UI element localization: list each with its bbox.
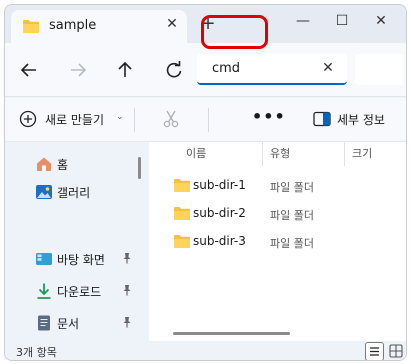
column-divider[interactable] bbox=[344, 142, 345, 166]
column-header-size[interactable]: 크기 bbox=[352, 145, 372, 161]
add-circle-icon bbox=[19, 110, 37, 128]
close-tab-icon[interactable]: ✕ bbox=[163, 15, 181, 33]
horizontal-scrollbar[interactable] bbox=[173, 332, 290, 335]
cut-icon[interactable] bbox=[161, 109, 181, 129]
folder-icon bbox=[173, 178, 191, 196]
file-list-pane: 이름 유형 크기 sub-dir-1 파일 폴더 sub-dir-2 파일 폴더 bbox=[149, 142, 406, 341]
address-input[interactable]: cmd bbox=[212, 61, 240, 76]
sidebar-item-label: 갤러리 bbox=[57, 186, 91, 200]
file-type: 파일 폴더 bbox=[270, 209, 314, 222]
download-icon bbox=[35, 282, 53, 300]
pin-icon[interactable] bbox=[122, 284, 132, 296]
navigation-bar: cmd ✕ bbox=[5, 43, 406, 97]
sidebar-item-label: 다운로드 bbox=[57, 285, 102, 299]
chevron-down-icon: ⌄ bbox=[116, 112, 124, 122]
tiles-view-icon bbox=[389, 344, 403, 358]
tab-strip: sample ✕ + — ☐ ✕ bbox=[5, 5, 406, 43]
tiles-view-button[interactable] bbox=[389, 344, 403, 358]
item-count: 3개 항목 bbox=[16, 346, 57, 359]
sidebar-item-label: 바탕 화면 bbox=[57, 253, 105, 267]
gallery-icon bbox=[35, 183, 53, 201]
status-bar: 3개 항목 bbox=[5, 341, 406, 360]
navigation-pane: 홈 갤러리 바탕 화면 다운로드 문서 bbox=[5, 143, 145, 341]
search-box[interactable] bbox=[355, 54, 403, 85]
command-separator bbox=[134, 108, 135, 132]
details-pane-icon bbox=[313, 111, 331, 130]
folder-icon bbox=[22, 19, 40, 37]
desktop-icon bbox=[35, 250, 53, 268]
pin-icon[interactable] bbox=[122, 316, 132, 328]
file-row[interactable]: sub-dir-3 파일 폴더 bbox=[149, 228, 406, 256]
file-explorer-window: sample ✕ + — ☐ ✕ cmd ✕ 새로 만들기 ⌄ ••• 세부 정… bbox=[4, 4, 407, 361]
command-separator bbox=[208, 108, 209, 132]
sidebar-scrollbar[interactable] bbox=[138, 157, 141, 179]
column-divider[interactable] bbox=[262, 142, 263, 166]
home-icon bbox=[35, 155, 53, 173]
file-name: sub-dir-2 bbox=[193, 206, 246, 220]
maximize-button[interactable]: ☐ bbox=[328, 9, 356, 33]
file-row[interactable]: sub-dir-1 파일 폴더 bbox=[149, 172, 406, 200]
file-name: sub-dir-3 bbox=[193, 234, 246, 248]
details-view-button[interactable] bbox=[365, 342, 384, 360]
sidebar-item-label: 문서 bbox=[57, 317, 80, 331]
explorer-frame: sample ✕ + — ☐ ✕ cmd ✕ 새로 만들기 ⌄ ••• 세부 정… bbox=[0, 0, 411, 364]
more-options-button[interactable]: ••• bbox=[252, 107, 286, 126]
folder-icon bbox=[173, 234, 191, 252]
column-header-type[interactable]: 유형 bbox=[270, 145, 290, 161]
new-tab-button[interactable]: + bbox=[197, 13, 219, 35]
clear-address-icon[interactable]: ✕ bbox=[320, 60, 336, 76]
folder-icon bbox=[173, 206, 191, 224]
details-view-icon bbox=[370, 347, 379, 356]
up-arrow-icon[interactable] bbox=[113, 58, 137, 82]
tab-sample[interactable]: sample ✕ bbox=[11, 10, 187, 43]
details-pane-label: 세부 정보 bbox=[337, 113, 385, 127]
address-bar[interactable]: cmd ✕ bbox=[197, 54, 347, 85]
minimize-button[interactable]: — bbox=[289, 9, 317, 33]
sidebar-item-label: 홈 bbox=[57, 158, 69, 172]
file-type: 파일 폴더 bbox=[270, 237, 314, 250]
new-button-label: 새로 만들기 bbox=[45, 113, 105, 127]
close-window-button[interactable]: ✕ bbox=[367, 9, 395, 33]
file-type: 파일 폴더 bbox=[270, 181, 314, 194]
forward-arrow-icon[interactable] bbox=[66, 58, 90, 82]
tab-title: sample bbox=[49, 18, 97, 33]
column-header-name[interactable]: 이름 bbox=[186, 145, 206, 161]
file-name: sub-dir-1 bbox=[193, 178, 246, 192]
command-bar: 새로 만들기 ⌄ ••• 세부 정보 bbox=[5, 98, 406, 142]
file-row[interactable]: sub-dir-2 파일 폴더 bbox=[149, 200, 406, 228]
pin-icon[interactable] bbox=[122, 252, 132, 264]
refresh-icon[interactable] bbox=[162, 58, 186, 82]
document-icon bbox=[35, 314, 53, 332]
back-arrow-icon[interactable] bbox=[17, 58, 41, 82]
